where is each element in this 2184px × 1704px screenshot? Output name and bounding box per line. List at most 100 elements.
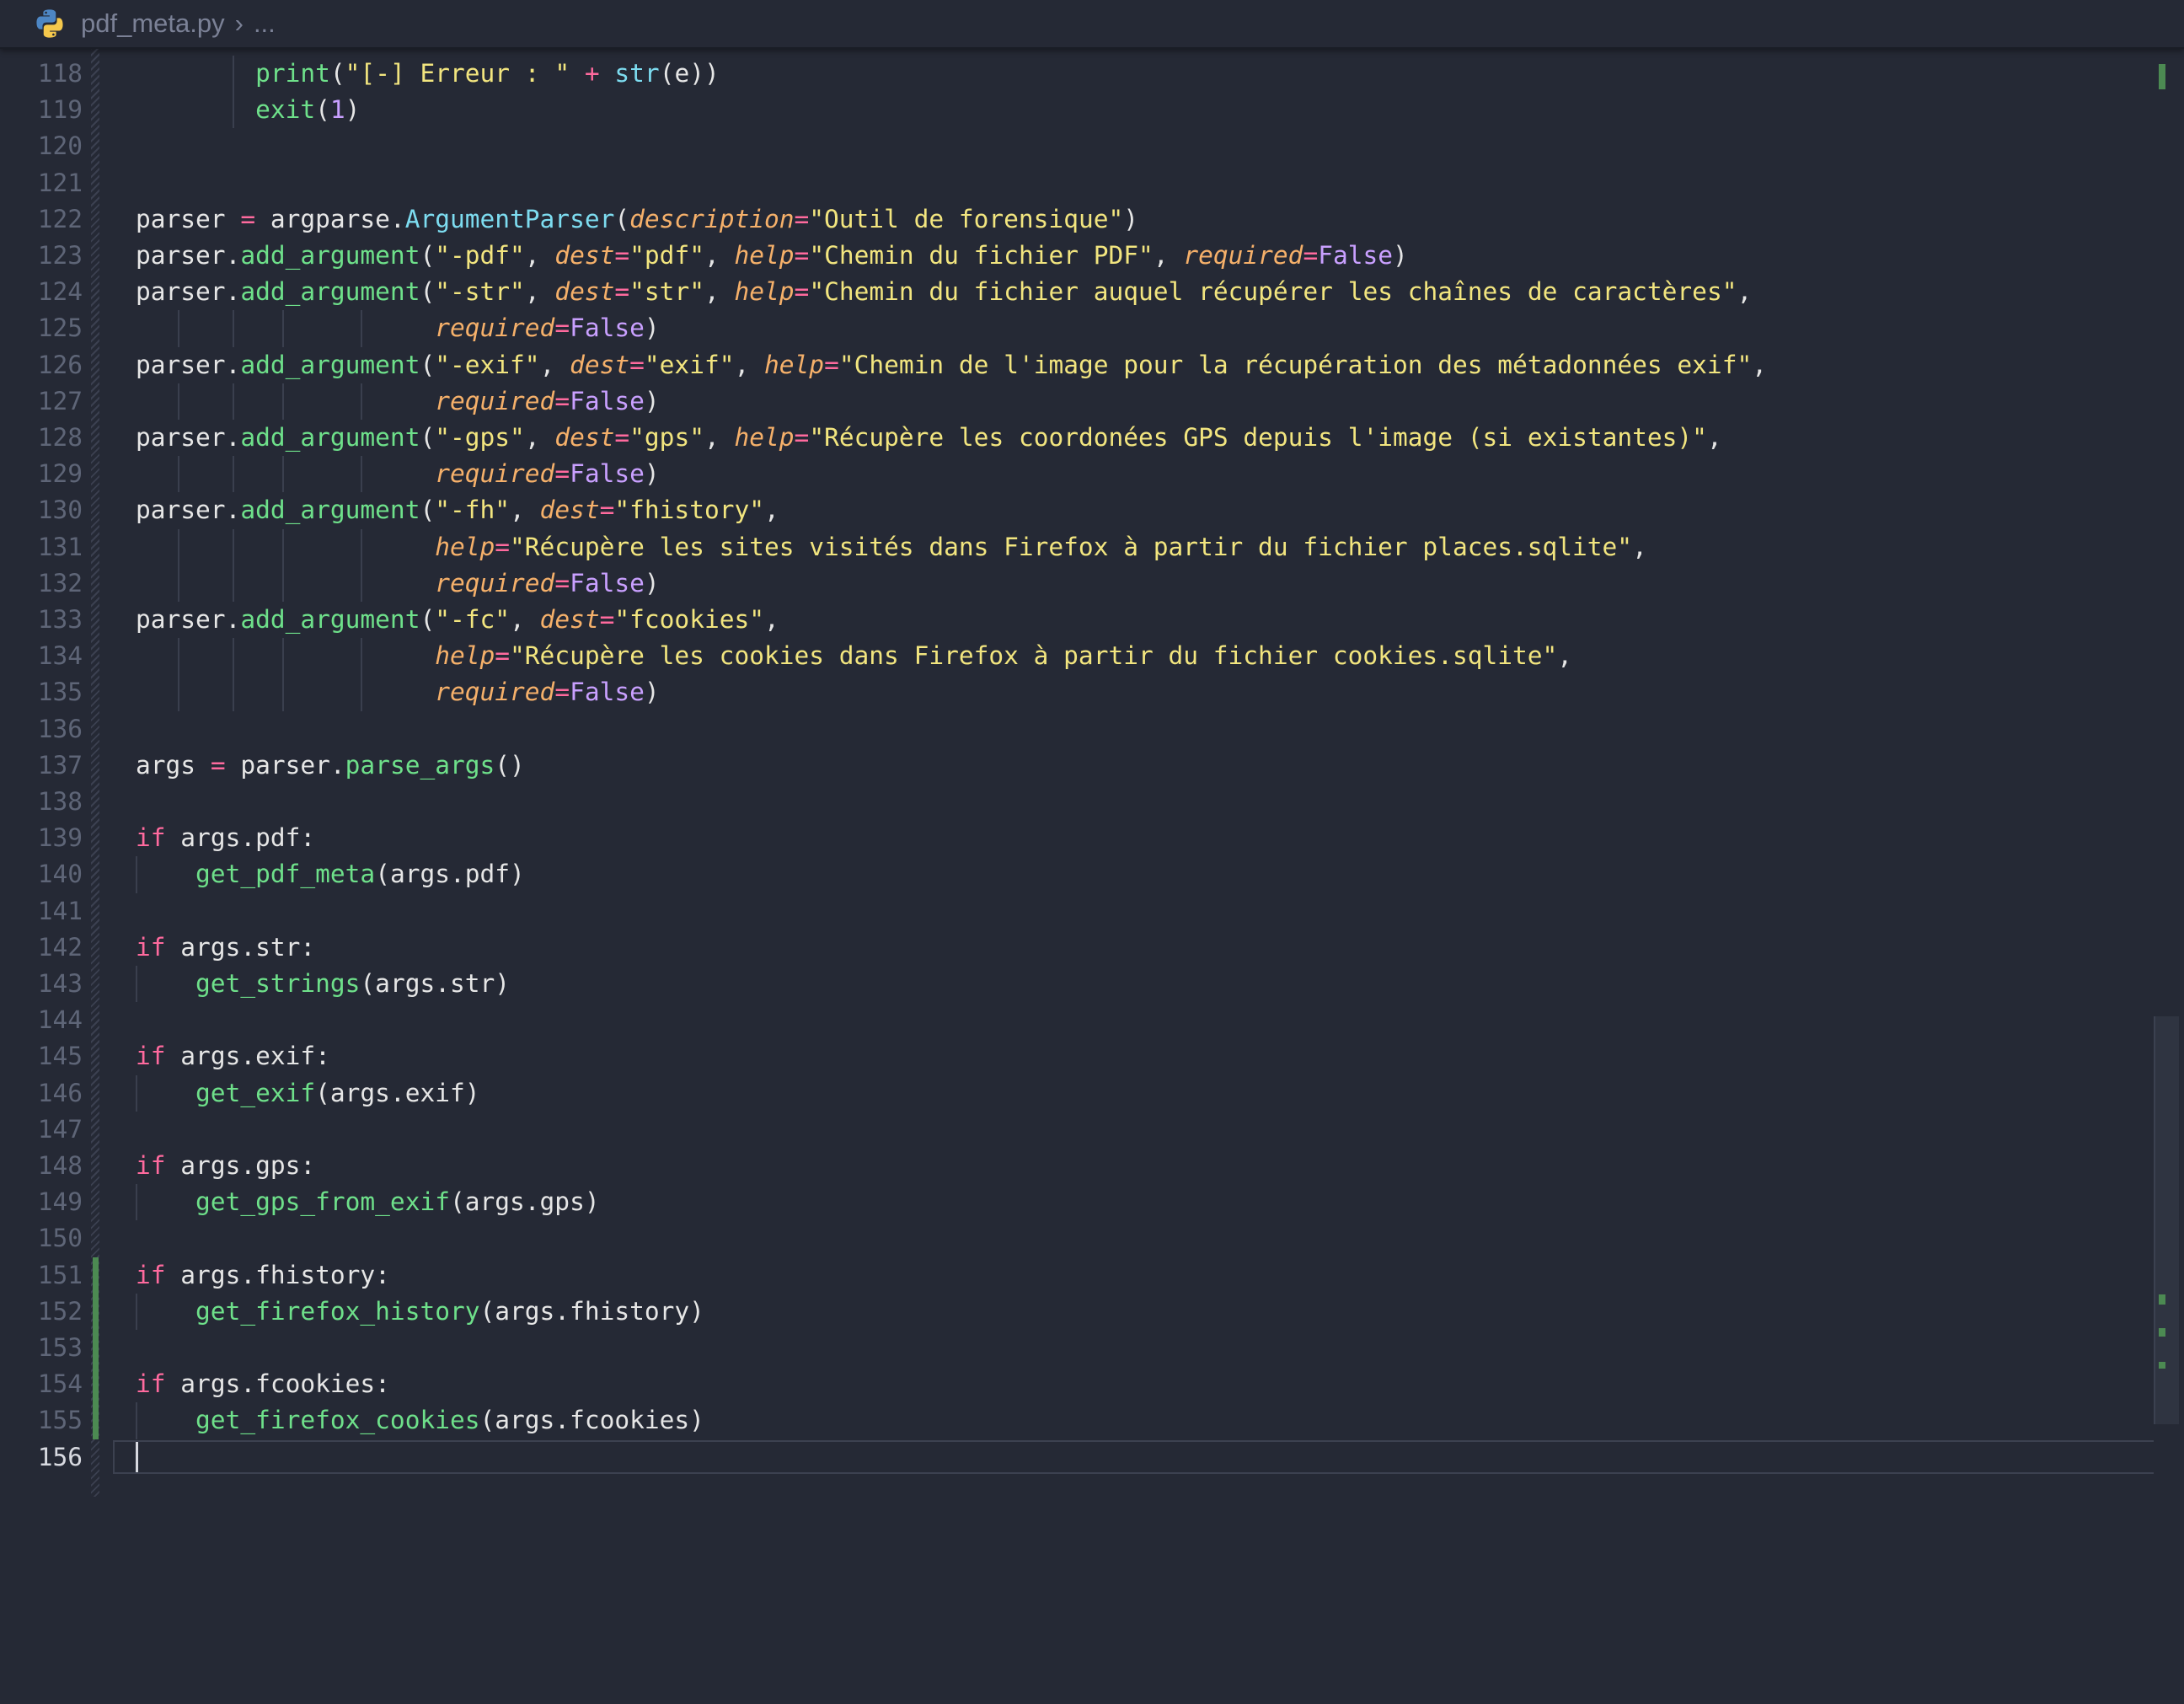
code-token: False xyxy=(570,459,645,489)
code-token: ) xyxy=(1123,204,1139,233)
code-token: = xyxy=(554,568,570,597)
line-number: 145 xyxy=(37,1042,83,1071)
code-line[interactable]: 133 parser.add_argument("-fc", dest="fcoo… xyxy=(0,602,2184,638)
code-token: "[-] Erreur : " xyxy=(345,59,570,88)
code-line[interactable]: 154 if args.fcookies: xyxy=(0,1366,2184,1402)
vertical-scrollbar[interactable] xyxy=(2154,47,2184,1704)
code-line[interactable]: 118 print("[-] Erreur : " + str(e)) xyxy=(0,56,2184,93)
code-line[interactable]: 130 parser.add_argument("-fh", dest="fhis… xyxy=(0,492,2184,528)
code-line[interactable]: 142 if args.str: xyxy=(0,930,2184,966)
code-line[interactable]: 128 parser.add_argument("-gps", dest="gps… xyxy=(0,420,2184,456)
code-line[interactable]: 121 xyxy=(0,165,2184,201)
code-line[interactable]: 125 required=False) xyxy=(0,310,2184,347)
code-line[interactable]: 135 required=False) xyxy=(0,674,2184,711)
code-line[interactable]: 134 help="Récupère les cookies dans Fire… xyxy=(0,638,2184,675)
code-token: description xyxy=(629,204,795,233)
code-token: , xyxy=(524,423,555,452)
code-line[interactable]: 129 required=False) xyxy=(0,456,2184,493)
code-line[interactable]: 120 xyxy=(0,128,2184,164)
code-token: args.exif: xyxy=(165,1042,330,1071)
code-line[interactable]: 122 parser = argparse.ArgumentParser(desc… xyxy=(0,201,2184,238)
code-line[interactable]: 124 parser.add_argument("-str", dest="str… xyxy=(0,274,2184,310)
code-token: False xyxy=(570,386,645,415)
code-token: dest xyxy=(554,277,615,307)
line-number: 125 xyxy=(37,313,83,343)
line-number: 141 xyxy=(37,896,83,925)
code-line[interactable]: 144 xyxy=(0,1002,2184,1038)
code-token: parser. xyxy=(225,750,345,780)
indentation xyxy=(136,387,435,415)
code-line[interactable]: 119 exit(1) xyxy=(0,92,2184,129)
code-text: help="Récupère les cookies dans Firefox … xyxy=(136,638,1572,674)
code-text: if args.fcookies: xyxy=(136,1366,390,1402)
code-text: print("[-] Erreur : " + str(e)) xyxy=(136,56,720,92)
scrollbar-change-marker xyxy=(2159,64,2165,89)
indentation xyxy=(136,860,195,888)
code-token: if xyxy=(136,932,166,962)
code-token: , xyxy=(524,241,555,270)
code-token: parse_args xyxy=(345,750,495,780)
code-line[interactable]: 143 get_strings(args.str) xyxy=(0,966,2184,1003)
code-token: if xyxy=(136,1260,166,1289)
line-number: 148 xyxy=(37,1151,83,1180)
code-line[interactable]: 131 help="Récupère les sites visités dan… xyxy=(0,528,2184,565)
code-line[interactable]: 147 xyxy=(0,1112,2184,1148)
line-number: 129 xyxy=(37,459,83,489)
code-text: if args.gps: xyxy=(136,1148,315,1184)
line-number: 134 xyxy=(37,641,83,671)
code-line[interactable]: 136 xyxy=(0,711,2184,748)
code-line[interactable]: 138 xyxy=(0,784,2184,820)
code-token: False xyxy=(1318,241,1394,270)
code-line[interactable]: 152 get_firefox_history(args.fhistory) xyxy=(0,1293,2184,1330)
code-token: = xyxy=(554,386,570,415)
code-token: ) xyxy=(644,386,660,415)
code-token: "pdf" xyxy=(629,241,704,270)
code-token: = xyxy=(599,605,615,634)
code-token: args.gps: xyxy=(165,1151,316,1180)
code-editor[interactable]: 118 print("[-] Erreur : " + str(e)) 119 e… xyxy=(0,47,2184,1704)
code-line[interactable]: 140 get_pdf_meta(args.pdf) xyxy=(0,856,2184,893)
indentation xyxy=(136,95,255,124)
code-text: if args.str: xyxy=(136,930,315,966)
code-line[interactable]: 155 get_firefox_cookies(args.fcookies) xyxy=(0,1402,2184,1439)
code-line[interactable]: 151 if args.fhistory: xyxy=(0,1257,2184,1294)
code-token: , xyxy=(1557,641,1573,671)
code-line[interactable]: 156 xyxy=(0,1439,2184,1476)
code-line[interactable]: 132 required=False) xyxy=(0,565,2184,602)
line-number: 119 xyxy=(37,95,83,125)
code-token: = xyxy=(629,350,645,379)
indentation xyxy=(136,1406,195,1434)
code-token: = xyxy=(599,496,615,525)
line-number: 118 xyxy=(37,59,83,88)
code-token: , xyxy=(734,350,765,379)
code-line[interactable]: 127 required=False) xyxy=(0,383,2184,420)
code-token: dest xyxy=(554,423,615,452)
code-line[interactable]: 141 xyxy=(0,893,2184,930)
code-text: required=False) xyxy=(136,310,660,346)
code-line[interactable]: 146 get_exif(args.exif) xyxy=(0,1074,2184,1112)
line-number: 144 xyxy=(37,1005,83,1035)
code-line[interactable]: 148 if args.gps: xyxy=(0,1148,2184,1184)
code-token: "Récupère les cookies dans Firefox à par… xyxy=(510,641,1558,671)
code-line[interactable]: 150 xyxy=(0,1220,2184,1257)
code-text: exit(1) xyxy=(136,92,360,128)
code-token: , xyxy=(1737,277,1753,307)
code-token: ) xyxy=(644,313,660,343)
breadcrumb-more[interactable]: ... xyxy=(254,8,276,39)
scrollbar-thumb[interactable] xyxy=(2154,1016,2179,1424)
code-line[interactable]: 123 parser.add_argument("-pdf", dest="pdf… xyxy=(0,238,2184,274)
line-number: 153 xyxy=(37,1333,83,1362)
code-token: (args.str) xyxy=(360,969,511,998)
breadcrumb-file[interactable]: pdf_meta.py xyxy=(81,8,225,39)
code-line[interactable]: 126 parser.add_argument("-exif", dest="ex… xyxy=(0,347,2184,383)
code-line[interactable]: 149 get_gps_from_exif(args.gps) xyxy=(0,1184,2184,1221)
code-token: "fcookies" xyxy=(614,605,764,634)
code-line[interactable]: 139 if args.pdf: xyxy=(0,820,2184,856)
code-text: parser.add_argument("-pdf", dest="pdf", … xyxy=(136,238,1408,274)
line-number: 139 xyxy=(37,823,83,853)
code-line[interactable]: 153 xyxy=(0,1330,2184,1366)
code-token: (args.pdf) xyxy=(375,860,525,889)
code-token: args xyxy=(136,750,211,780)
code-line[interactable]: 137 args = parser.parse_args() xyxy=(0,748,2184,784)
code-line[interactable]: 145 if args.exif: xyxy=(0,1038,2184,1074)
